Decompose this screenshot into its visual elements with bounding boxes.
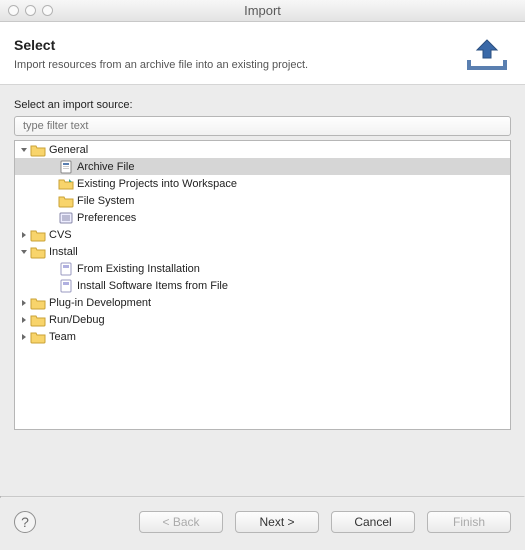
folder-open-icon [30,142,46,158]
section-label: Select an import source: [14,99,511,111]
chevron-right-icon[interactable] [19,332,29,342]
tree-item-label: Team [49,331,76,343]
wizard-header-text: Select Import resources from an archive … [14,37,308,71]
tree-folder[interactable]: Run/Debug [15,311,510,328]
finish-button[interactable]: Finish [427,511,511,533]
tree-item[interactable]: Install Software Items from File [15,277,510,294]
tree-item-label: File System [77,195,134,207]
folder-icon [58,193,74,209]
folder-icon [30,295,46,311]
tree-item-label: Archive File [77,161,134,173]
folder-icon [30,329,46,345]
projects-icon [58,176,74,192]
next-button[interactable]: Next > [235,511,319,533]
arrow-spacer [47,281,57,291]
tree-item-label: Preferences [77,212,136,224]
spacer [0,438,525,496]
tree-item-label: General [49,144,88,156]
window-title: Import [0,3,525,18]
tree-item[interactable]: Archive File [15,158,510,175]
tree-item[interactable]: Preferences [15,209,510,226]
tree-item[interactable]: Existing Projects into Workspace [15,175,510,192]
help-button[interactable]: ? [14,511,36,533]
tree-item-label: Install Software Items from File [77,280,228,292]
wizard-body: Select an import source: General Archive … [0,85,525,438]
arrow-spacer [47,162,57,172]
arrow-spacer [47,179,57,189]
tree-folder[interactable]: Plug-in Development [15,294,510,311]
folder-icon [30,227,46,243]
tree-item-label: From Existing Installation [77,263,200,275]
arrow-spacer [47,213,57,223]
filter-input[interactable] [14,116,511,136]
tree-item-label: Plug-in Development [49,297,151,309]
tree-folder[interactable]: CVS [15,226,510,243]
import-banner-icon [463,34,511,74]
install-item-icon [58,261,74,277]
chevron-right-icon[interactable] [19,298,29,308]
tree-folder[interactable]: Team [15,328,510,345]
cancel-button[interactable]: Cancel [331,511,415,533]
button-bar: ? < Back Next > Cancel Finish [0,498,525,546]
tree-item-label: CVS [49,229,72,241]
tree-item[interactable]: From Existing Installation [15,260,510,277]
tree-item-label: Existing Projects into Workspace [77,178,237,190]
tree-item-label: Run/Debug [49,314,105,326]
title-bar: Import [0,0,525,22]
folder-open-icon [30,244,46,260]
chevron-right-icon[interactable] [19,315,29,325]
page-description: Import resources from an archive file in… [14,59,308,71]
tree-folder[interactable]: General [15,141,510,158]
archive-file-icon [58,159,74,175]
chevron-down-icon[interactable] [19,145,29,155]
arrow-spacer [47,264,57,274]
tree-folder[interactable]: Install [15,243,510,260]
tree-item[interactable]: File System [15,192,510,209]
folder-icon [30,312,46,328]
wizard-header: Select Import resources from an archive … [0,22,525,85]
arrow-spacer [47,196,57,206]
back-button[interactable]: < Back [139,511,223,533]
chevron-down-icon[interactable] [19,247,29,257]
import-source-tree[interactable]: General Archive File Existing Projects int… [14,140,511,430]
install-item-icon [58,278,74,294]
tree-item-label: Install [49,246,78,258]
preferences-icon [58,210,74,226]
page-title: Select [14,37,308,53]
chevron-right-icon[interactable] [19,230,29,240]
